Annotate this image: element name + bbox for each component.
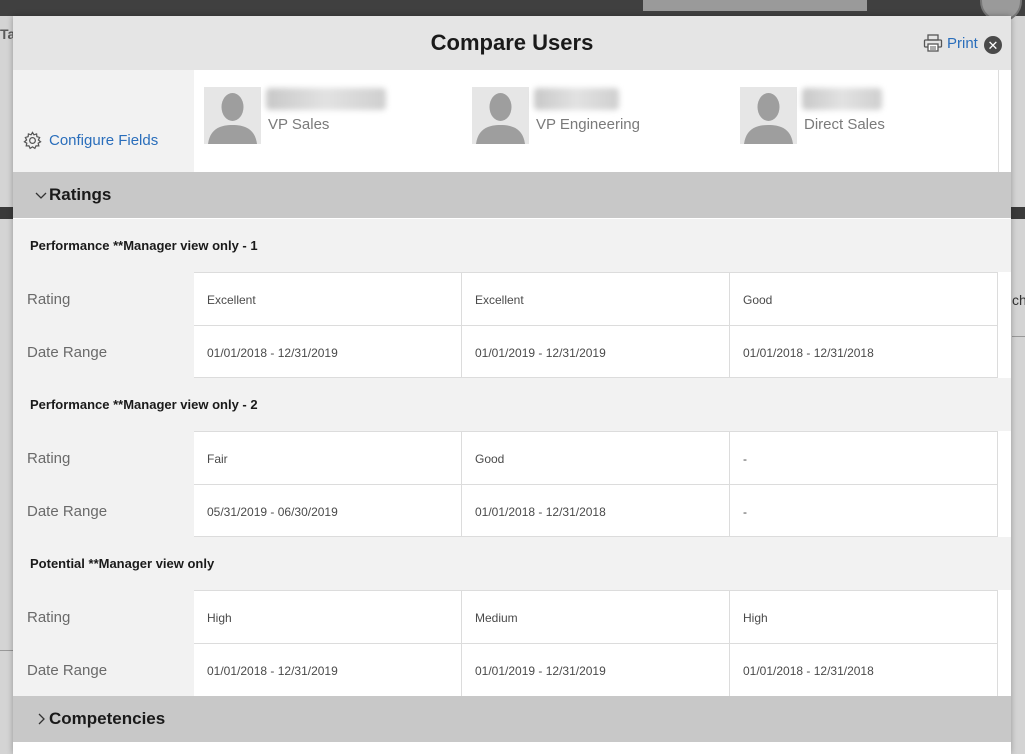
background-topbar [0, 0, 1025, 16]
row-label-cell: Rating [13, 272, 194, 325]
cell-value: 01/01/2018 - 12/31/2018 [743, 664, 874, 678]
cell-value: 01/01/2018 - 12/31/2019 [207, 664, 338, 678]
user-avatar [472, 87, 529, 144]
table-cell: 05/31/2019 - 06/30/2019 [194, 484, 462, 537]
row-label: Rating [27, 609, 71, 626]
table-cell: Excellent [462, 272, 730, 325]
row-label-cell: Date Range [13, 643, 194, 696]
cell-value: 01/01/2019 - 12/31/2019 [475, 346, 606, 360]
compare-users-dialog: Compare Users Print ✕ Configure Fields V… [13, 16, 1011, 754]
person-silhouette-icon [472, 87, 529, 144]
chevron-down-icon [35, 192, 47, 199]
table-row: Date Range 01/01/2018 - 12/31/2019 01/01… [13, 325, 1011, 378]
user-card: VP Engineering [462, 70, 731, 172]
group-title: Performance **Manager view only - 1 [30, 238, 258, 253]
cell-value: 05/31/2019 - 06/30/2019 [207, 505, 338, 519]
cell-value: 01/01/2018 - 12/31/2018 [743, 346, 874, 360]
table-cell: Excellent [194, 272, 462, 325]
group-title: Performance **Manager view only - 2 [30, 397, 258, 412]
row-label: Date Range [27, 503, 108, 520]
table-row: Date Range 05/31/2019 - 06/30/2019 01/01… [13, 484, 1011, 537]
row-label-cell: Rating [13, 431, 194, 484]
cell-value: Excellent [475, 293, 524, 307]
print-label: Print [947, 34, 978, 52]
cell-value: 01/01/2018 - 12/31/2018 [475, 505, 606, 519]
user-name-redacted [266, 88, 386, 110]
cell-value: Good [743, 293, 773, 307]
person-silhouette-icon [740, 87, 797, 144]
row-label-cell: Date Range [13, 484, 194, 537]
group-header: Performance **Manager view only - 1 [13, 219, 1011, 272]
cell-value: 01/01/2018 - 12/31/2019 [207, 346, 338, 360]
printer-icon [923, 34, 943, 52]
chevron-right-icon [38, 713, 45, 725]
table-cell: 01/01/2018 - 12/31/2019 [194, 325, 462, 378]
user-avatar [740, 87, 797, 144]
table-cell: 01/01/2018 - 12/31/2019 [194, 643, 462, 696]
row-label: Date Range [27, 662, 108, 679]
table-cell: - [730, 431, 998, 484]
dialog-title: Compare Users [430, 30, 594, 55]
close-icon[interactable]: ✕ [984, 36, 1002, 54]
cell-value: Medium [475, 611, 518, 625]
section-header-ratings[interactable]: Ratings [13, 172, 1011, 218]
cell-value: Fair [207, 452, 228, 466]
row-label-cell: Date Range [13, 325, 194, 378]
table-cell: 01/01/2018 - 12/31/2018 [462, 484, 730, 537]
configure-fields-link[interactable]: Configure Fields [23, 131, 158, 150]
table-cell: 01/01/2019 - 12/31/2019 [462, 325, 730, 378]
fields-column-header: Configure Fields [13, 70, 194, 172]
background-divider [0, 650, 14, 651]
table-cell: Medium [462, 590, 730, 643]
group-title: Potential **Manager view only [30, 556, 215, 571]
section-header-competencies[interactable]: Competencies [13, 696, 1011, 742]
background-right-fragment: ch [1012, 292, 1025, 308]
user-role: VP Sales [268, 116, 330, 133]
cell-value: - [743, 505, 747, 519]
group-header: Performance **Manager view only - 2 [13, 378, 1011, 431]
table-cell: - [730, 484, 998, 537]
table-cell: High [194, 590, 462, 643]
table-cell: High [730, 590, 998, 643]
section-title: Competencies [49, 709, 166, 728]
row-label: Rating [27, 450, 71, 467]
group-header: Potential **Manager view only [13, 537, 1011, 590]
cell-value: Good [475, 452, 505, 466]
table-row: Rating Excellent Excellent Good [13, 272, 1011, 325]
table-row: Rating Fair Good - [13, 431, 1011, 484]
users-header-row: Configure Fields VP Sales VP Engineering… [13, 70, 1011, 172]
background-divider [1012, 336, 1025, 337]
cell-value: 01/01/2019 - 12/31/2019 [475, 664, 606, 678]
configure-fields-label: Configure Fields [49, 132, 159, 149]
table-cell: 01/01/2019 - 12/31/2019 [462, 643, 730, 696]
row-label-cell: Rating [13, 590, 194, 643]
gear-icon [23, 131, 42, 150]
user-name-redacted [534, 88, 619, 110]
cell-value: Excellent [207, 293, 256, 307]
user-role: VP Engineering [536, 116, 640, 133]
row-label: Rating [27, 291, 71, 308]
person-silhouette-icon [204, 87, 261, 144]
user-card: VP Sales [194, 70, 463, 172]
cell-value: - [743, 452, 747, 466]
background-search-bar [643, 0, 867, 11]
table-cell: 01/01/2018 - 12/31/2018 [730, 643, 998, 696]
user-role: Direct Sales [804, 116, 885, 133]
table-cell: Fair [194, 431, 462, 484]
table-cell: 01/01/2018 - 12/31/2018 [730, 325, 998, 378]
user-card: Direct Sales [730, 70, 999, 172]
table-cell: Good [462, 431, 730, 484]
user-name-redacted [802, 88, 882, 110]
table-row: Date Range 01/01/2018 - 12/31/2019 01/01… [13, 643, 1011, 696]
dialog-header: Compare Users Print ✕ [13, 16, 1011, 70]
print-button[interactable]: Print [923, 34, 978, 52]
section-title: Ratings [49, 185, 112, 204]
row-label: Date Range [27, 344, 108, 361]
table-cell: Good [730, 272, 998, 325]
cell-value: High [743, 611, 768, 625]
cell-value: High [207, 611, 232, 625]
table-row: Rating High Medium High [13, 590, 1011, 643]
user-avatar [204, 87, 261, 144]
